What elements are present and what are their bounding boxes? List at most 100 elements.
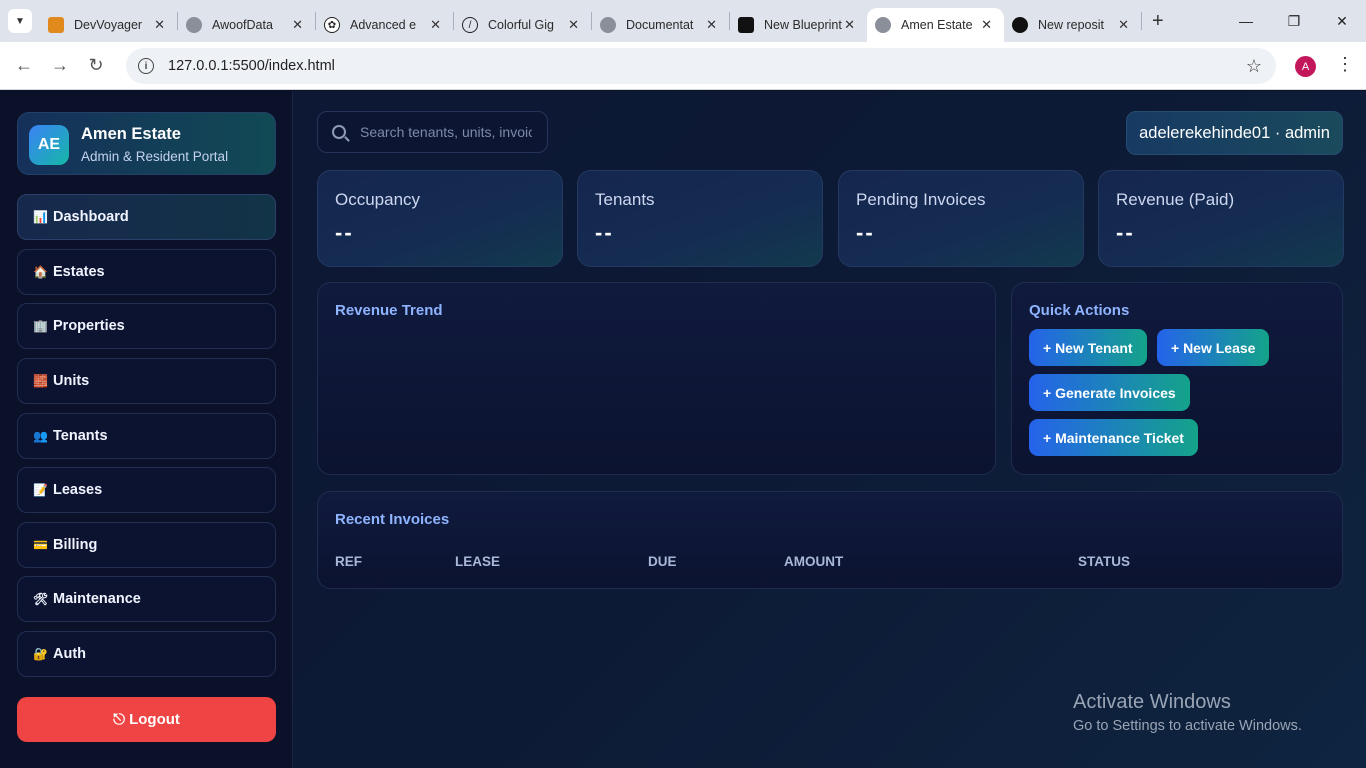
bookmark-star-icon[interactable]: ☆ (1246, 56, 1262, 77)
recent-invoices-panel: Recent Invoices REF LEASE DUE AMOUNT STA… (317, 491, 1343, 589)
sidebar-item-label: Tenants (53, 428, 108, 444)
stat-value: -- (856, 220, 875, 245)
sidebar-item-label: Properties (53, 318, 125, 334)
globe-icon (186, 17, 202, 33)
address-bar[interactable]: i 127.0.0.1:5500/index.html ☆ (126, 48, 1276, 84)
site-info-icon[interactable]: i (138, 58, 154, 74)
sidebar-item-estates[interactable]: 🏠 Estates (17, 249, 276, 295)
stat-label: Pending Invoices (856, 190, 986, 209)
maintenance-ticket-button[interactable]: + Maintenance Ticket (1029, 419, 1198, 456)
watermark-subtitle: Go to Settings to activate Windows. (1073, 718, 1302, 734)
browser-tab[interactable]: DevVoyager ✕ (40, 8, 177, 42)
windows-activation-watermark: Activate Windows Go to Settings to activ… (1073, 691, 1302, 734)
panel-title: Recent Invoices (335, 511, 450, 528)
close-window-icon[interactable]: ✕ (1318, 0, 1366, 42)
browser-tab[interactable]: ✿ Advanced e ✕ (316, 8, 453, 42)
tab-title: Advanced e (350, 18, 417, 32)
globe-icon (875, 17, 891, 33)
watermark-title: Activate Windows (1073, 691, 1231, 713)
sidebar-item-label: Billing (53, 537, 98, 553)
credit-card-icon: 💳 (33, 538, 48, 552)
sidebar-item-billing[interactable]: 💳 Billing (17, 522, 276, 568)
stat-card-occupancy: Occupancy -- (317, 170, 563, 267)
column-header-amount: AMOUNT (784, 554, 844, 569)
sidebar-item-label: Leases (53, 482, 103, 498)
close-tab-icon[interactable]: ✕ (1118, 17, 1129, 33)
user-badge[interactable]: adelerekehinde01 · admin (1126, 111, 1343, 155)
close-tab-icon[interactable]: ✕ (430, 17, 441, 33)
search-box[interactable] (317, 111, 548, 153)
column-header-lease: LEASE (455, 554, 501, 569)
close-tab-icon[interactable]: ✕ (706, 17, 717, 33)
maximize-icon[interactable]: ❐ (1270, 0, 1318, 42)
sidebar: AE Amen Estate Admin & Resident Portal 📊… (0, 91, 293, 768)
close-tab-icon[interactable]: ✕ (568, 17, 579, 33)
forward-icon[interactable]: → (42, 55, 78, 76)
brand-subtitle: Admin & Resident Portal (81, 149, 229, 164)
sidebar-item-tenants[interactable]: 👥 Tenants (17, 413, 276, 459)
new-tenant-button[interactable]: + New Tenant (1029, 329, 1147, 366)
browser-tab[interactable]: / Colorful Gig ✕ (454, 8, 591, 42)
new-lease-button[interactable]: + New Lease (1157, 329, 1270, 366)
sidebar-item-maintenance[interactable]: 🛠 Maintenance (17, 576, 276, 622)
brand-card: AE Amen Estate Admin & Resident Portal (17, 112, 276, 175)
column-header-ref: REF (335, 554, 362, 569)
logout-button[interactable]: ⎋ Logout (17, 697, 276, 742)
sidebar-item-label: Auth (53, 646, 87, 662)
sidebar-item-units[interactable]: 🧱 Units (17, 358, 276, 404)
tab-title: Colorful Gig (488, 18, 554, 32)
browser-tab[interactable]: New reposit ✕ (1004, 8, 1141, 42)
browser-tab[interactable]: New Blueprint ✕ (730, 8, 867, 42)
back-icon[interactable]: ← (6, 55, 42, 76)
close-tab-icon[interactable]: ✕ (981, 17, 992, 33)
stat-value: -- (595, 220, 614, 245)
column-header-status: STATUS (1078, 554, 1130, 569)
globe-icon (600, 17, 616, 33)
browser-menu-icon[interactable]: ⋮ (1336, 54, 1354, 75)
revenue-trend-panel: Revenue Trend (317, 282, 996, 475)
slash-icon: / (462, 17, 478, 33)
brand-logo: AE (29, 125, 69, 165)
devvoyager-favicon-icon (48, 17, 64, 33)
sidebar-item-leases[interactable]: 📝 Leases (17, 467, 276, 513)
browser-tab-active[interactable]: Amen Estate ✕ (867, 8, 1004, 42)
reload-icon[interactable]: ↻ (78, 55, 114, 76)
stat-label: Tenants (595, 190, 655, 209)
close-tab-icon[interactable]: ✕ (844, 17, 855, 33)
minimize-icon[interactable]: — (1222, 0, 1270, 42)
chart-icon: 📊 (33, 210, 48, 224)
sidebar-item-auth[interactable]: 🔐 Auth (17, 631, 276, 677)
sidebar-item-label: Maintenance (53, 591, 141, 607)
sidebar-item-label: Estates (53, 264, 105, 280)
generate-invoices-button[interactable]: + Generate Invoices (1029, 374, 1190, 411)
house-icon: 🏠 (33, 265, 48, 279)
url-text[interactable]: 127.0.0.1:5500/index.html (168, 58, 335, 74)
search-input[interactable] (360, 124, 532, 140)
browser-tab[interactable]: Documentat ✕ (592, 8, 729, 42)
stat-value: -- (335, 220, 354, 245)
new-tab-icon[interactable]: + (1152, 10, 1164, 33)
people-icon: 👥 (33, 429, 48, 443)
sidebar-item-dashboard[interactable]: 📊 Dashboard (17, 194, 276, 240)
app-root: AE Amen Estate Admin & Resident Portal 📊… (0, 91, 1366, 768)
stat-label: Revenue (Paid) (1116, 190, 1235, 209)
close-tab-icon[interactable]: ✕ (292, 17, 303, 33)
tab-title: DevVoyager (74, 18, 143, 32)
github-icon (1012, 17, 1028, 33)
tab-search-menu-icon[interactable]: ▼ (8, 9, 32, 33)
close-tab-icon[interactable]: ✕ (154, 17, 165, 33)
sidebar-item-properties[interactable]: 🏢 Properties (17, 303, 276, 349)
memo-icon: 📝 (33, 483, 48, 497)
browser-tab[interactable]: AwoofData ✕ (178, 8, 315, 42)
tab-title: Documentat (626, 18, 694, 32)
stat-card-pending-invoices: Pending Invoices -- (838, 170, 1084, 267)
browser-toolbar: ← → ↻ i 127.0.0.1:5500/index.html ☆ A ⋮ (0, 42, 1366, 90)
quick-actions-panel: Quick Actions + New Tenant + New Lease +… (1011, 282, 1343, 475)
openai-icon: ✿ (324, 17, 340, 33)
search-icon (332, 125, 346, 139)
bricks-icon: 🧱 (33, 374, 48, 388)
profile-avatar[interactable]: A (1295, 56, 1316, 77)
panel-title: Quick Actions (1029, 302, 1130, 319)
browser-tab-bar: ▼ DevVoyager ✕ AwoofData ✕ ✿ Advanced e … (0, 0, 1366, 42)
sidebar-item-label: Dashboard (53, 209, 129, 225)
